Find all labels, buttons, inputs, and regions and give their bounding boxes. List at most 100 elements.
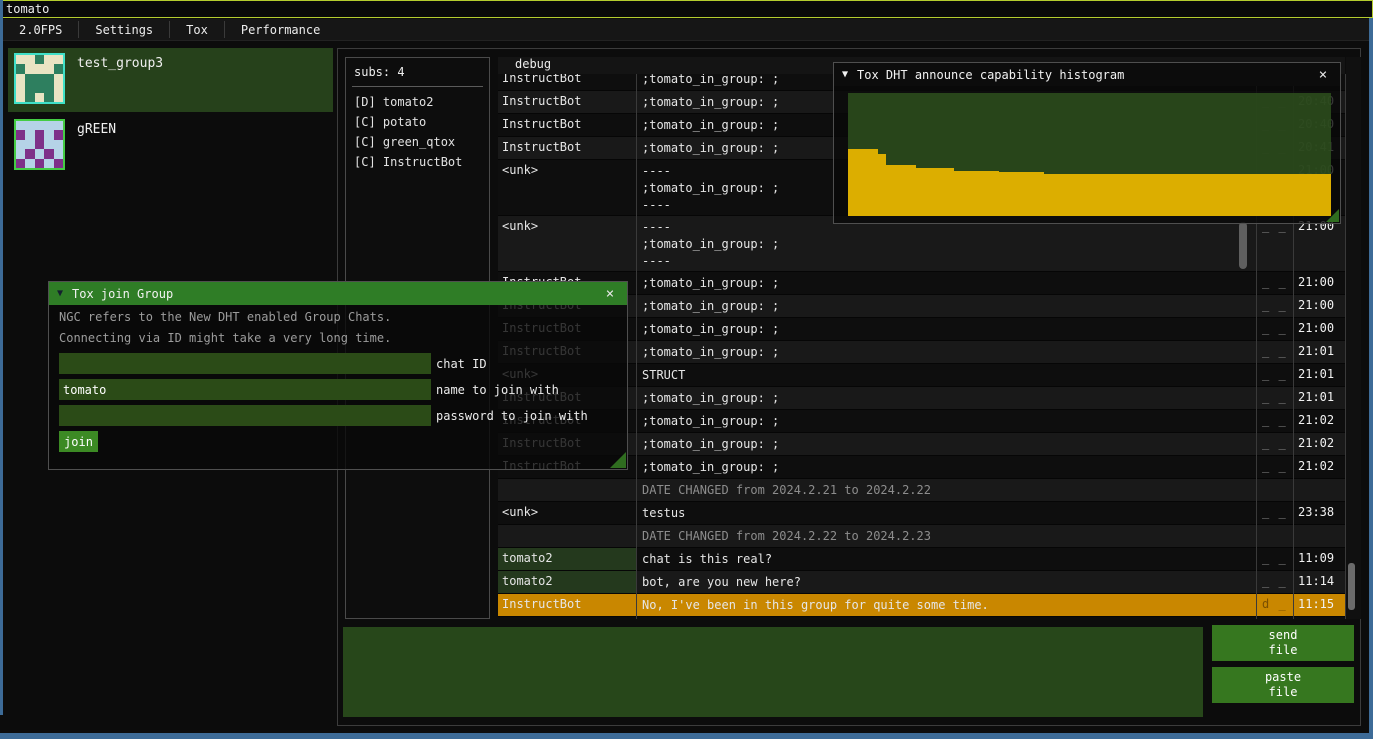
sender-name: <unk> <box>498 502 636 524</box>
histogram-bar <box>908 165 916 216</box>
message-time <box>1293 525 1345 547</box>
message-time: 21:00 <box>1293 272 1345 294</box>
resize-grip-icon[interactable] <box>1326 209 1339 222</box>
close-icon[interactable]: × <box>601 286 619 302</box>
histogram-bar <box>893 165 901 216</box>
inner-scrollbar-thumb[interactable] <box>1239 222 1247 269</box>
histogram-bar <box>1210 174 1218 216</box>
message-status: d _ <box>1256 594 1293 616</box>
window-title: Tox join Group <box>72 287 601 301</box>
histogram-bar <box>1142 174 1150 216</box>
menu-settings[interactable]: Settings <box>79 19 169 40</box>
histogram-bar <box>878 154 886 216</box>
sidebar-item-green[interactable]: gREEN <box>8 114 333 172</box>
histogram-bar <box>863 149 871 216</box>
message-status: _ _ <box>1256 433 1293 455</box>
histogram-bar <box>1188 174 1196 216</box>
date-separator-row[interactable]: DATE CHANGED from 2024.2.21 to 2024.2.22 <box>498 479 1345 502</box>
message-status <box>1256 479 1293 501</box>
message-text: STRUCT <box>636 364 1256 386</box>
sender-name <box>498 479 636 501</box>
menu-tox[interactable]: Tox <box>170 19 224 40</box>
message-row[interactable]: tomato2chat is this real?_ _11:09 <box>498 548 1345 571</box>
message-time: 21:02 <box>1293 456 1345 478</box>
app-window: tomato 2.0FPS Settings Tox Performance t… <box>0 0 1373 739</box>
paste-file-button[interactable]: paste file <box>1212 667 1354 703</box>
sender-name <box>498 525 636 547</box>
resize-grip-icon[interactable] <box>610 452 626 468</box>
histogram-bar <box>1180 174 1188 216</box>
message-time: 21:00 <box>1293 295 1345 317</box>
join-button[interactable]: join <box>59 431 98 452</box>
message-status: _ _ <box>1256 318 1293 340</box>
histogram-bar <box>1067 174 1075 216</box>
member-item[interactable]: [C] potato <box>346 112 489 132</box>
message-status: _ _ <box>1256 456 1293 478</box>
group-name: test_group3 <box>77 53 163 107</box>
info-text: Connecting via ID might take a very long… <box>49 326 627 347</box>
message-row[interactable]: InstructBotNo, I've been in this group f… <box>498 594 1345 617</box>
dht-capability-histogram-plot[interactable] <box>848 93 1331 216</box>
histogram-bar <box>1120 174 1128 216</box>
histogram-bar <box>999 172 1007 216</box>
message-time: 21:00 <box>1293 318 1345 340</box>
chat-scrollbar-thumb[interactable] <box>1348 563 1355 610</box>
window-frame-bottom <box>0 733 1373 739</box>
collapse-icon[interactable]: ▼ <box>842 69 848 80</box>
message-status: _ _ <box>1256 410 1293 432</box>
message-text: No, I've been in this group for quite so… <box>636 594 1256 616</box>
message-status: _ _ <box>1256 364 1293 386</box>
message-text: chat is this real? <box>636 548 1256 570</box>
histogram-bar <box>961 171 969 217</box>
member-item[interactable]: [D] tomato2 <box>346 92 489 112</box>
message-time: 21:01 <box>1293 387 1345 409</box>
close-icon[interactable]: × <box>1314 67 1332 83</box>
histogram-bar <box>1090 174 1098 216</box>
column-divider <box>1345 74 1346 619</box>
message-text: ;tomato_in_group: ; <box>636 295 1256 317</box>
send-file-button[interactable]: send file <box>1212 625 1354 661</box>
divider <box>352 86 483 87</box>
join-password-input[interactable] <box>59 405 431 426</box>
histogram-bar <box>1293 174 1301 216</box>
message-row[interactable]: tomato2bot, are you new here?_ _11:14 <box>498 571 1345 594</box>
join-name-input[interactable] <box>59 379 431 400</box>
histogram-bar <box>923 168 931 216</box>
info-text: NGC refers to the New DHT enabled Group … <box>49 305 627 326</box>
message-row[interactable]: <unk>---- ;tomato_in_group: ; ----_ _21:… <box>498 216 1345 272</box>
member-item[interactable]: [C] green_qtox <box>346 132 489 152</box>
sender-name: <unk> <box>498 216 636 271</box>
chat-id-input[interactable] <box>59 353 431 374</box>
member-item[interactable]: [C] InstructBot <box>346 152 489 172</box>
histogram-bar <box>1301 174 1309 216</box>
message-status: _ _ <box>1256 272 1293 294</box>
window-titlebar[interactable]: ▼ Tox join Group × <box>49 282 627 305</box>
os-titlebar[interactable]: tomato <box>0 0 1373 18</box>
histogram-bar <box>886 165 894 216</box>
sender-name: InstructBot <box>498 594 636 616</box>
message-time: 23:38 <box>1293 502 1345 524</box>
histogram-bar <box>1308 174 1316 216</box>
histogram-bar <box>939 168 947 216</box>
message-time: 21:02 <box>1293 433 1345 455</box>
group-name: gREEN <box>77 119 116 167</box>
histogram-bar <box>1225 174 1233 216</box>
menubar: 2.0FPS Settings Tox Performance <box>3 19 1369 41</box>
sender-name: <unk> <box>498 160 636 215</box>
chat-scrollbar-track[interactable] <box>1346 57 1361 619</box>
collapse-icon[interactable]: ▼ <box>57 288 63 299</box>
window-titlebar[interactable]: ▼ Tox DHT announce capability histogram … <box>834 63 1340 86</box>
histogram-bar <box>1248 174 1256 216</box>
histogram-bar <box>969 171 977 217</box>
menu-performance[interactable]: Performance <box>225 19 336 40</box>
histogram-bar <box>1044 174 1052 216</box>
date-changed-text: DATE CHANGED from 2024.2.21 to 2024.2.22 <box>636 479 1256 501</box>
message-status: _ _ <box>1256 502 1293 524</box>
message-text: ;tomato_in_group: ; <box>636 456 1256 478</box>
sidebar-item-test-group3[interactable]: test_group3 <box>8 48 333 112</box>
message-row[interactable]: <unk>testus_ _23:38 <box>498 502 1345 525</box>
histogram-bar <box>1263 174 1271 216</box>
message-input[interactable] <box>343 627 1203 717</box>
date-separator-row[interactable]: DATE CHANGED from 2024.2.22 to 2024.2.23 <box>498 525 1345 548</box>
message-text: ;tomato_in_group: ; <box>636 318 1256 340</box>
